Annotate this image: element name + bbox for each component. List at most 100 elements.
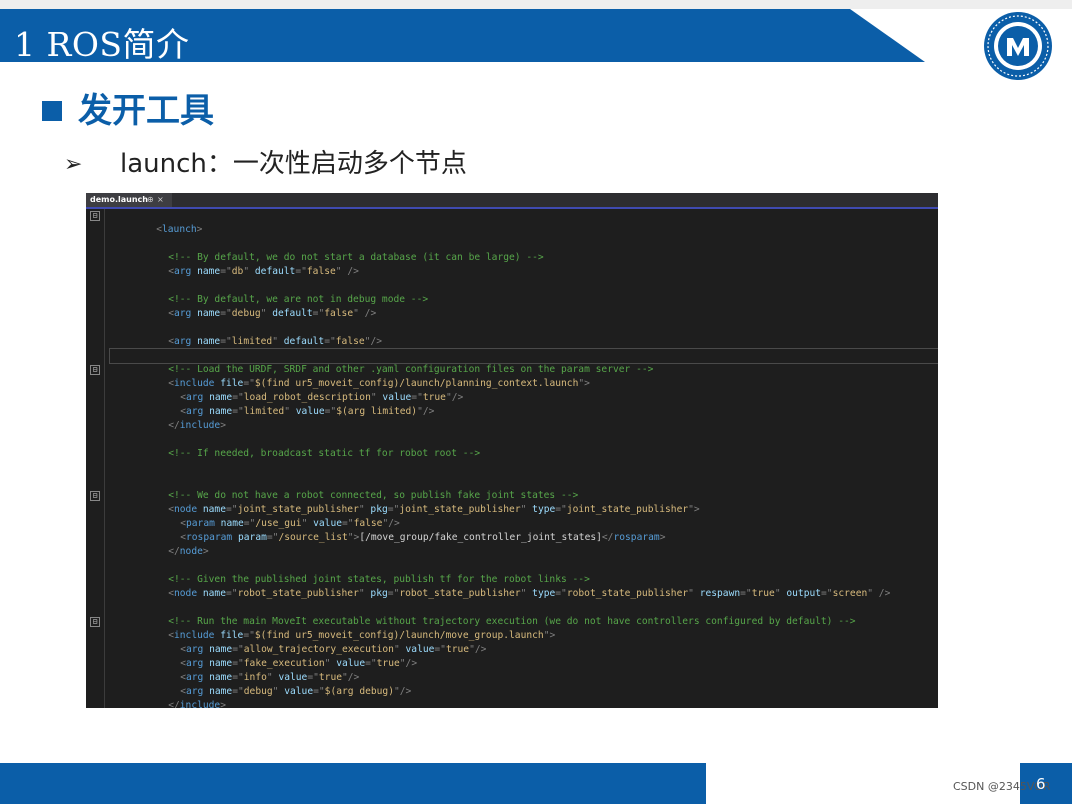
fold-collapse-icon[interactable]: ⊟: [90, 617, 100, 627]
code-token: arg: [174, 308, 192, 319]
code-token: arg: [174, 336, 192, 347]
code-token: include: [179, 420, 221, 431]
code-line: </node>: [122, 531, 938, 557]
code-token: default: [249, 266, 296, 277]
code-token: " />: [867, 588, 891, 599]
code-token: robot_state_publisher: [399, 588, 521, 599]
code-token: name: [191, 308, 221, 319]
section-title: 发开工具: [78, 91, 214, 131]
code-line: <!-- By default, we do not start a datab…: [122, 237, 938, 263]
code-token: >: [196, 224, 203, 235]
code-token: pkg: [364, 588, 388, 599]
code-token: =": [821, 588, 833, 599]
footer-bar: [0, 763, 706, 804]
pin-icon[interactable]: ⊕: [147, 193, 154, 207]
code-line: <arg name="debug" default="false" />: [122, 293, 938, 319]
code-line: <arg name="db" default="false" />: [122, 251, 938, 277]
section-bullet-icon: [42, 101, 62, 121]
code-line: <arg name="fake_execution" value="true"/…: [134, 643, 938, 669]
university-logo-icon: [984, 12, 1052, 80]
code-token: default: [278, 336, 325, 347]
code-token: false: [335, 336, 365, 347]
code-token: =": [226, 588, 238, 599]
code-line: <node name="robot_state_publisher" pkg="…: [122, 573, 938, 599]
code-token: launch: [162, 224, 197, 235]
code-token: =": [387, 588, 400, 599]
code-token: false: [324, 308, 354, 319]
title-bar: 1 ROS简介: [0, 9, 925, 62]
code-token: "/>: [364, 336, 382, 347]
code-line: <arg name="limited" value="$(arg limited…: [134, 391, 938, 417]
code-token: node: [179, 546, 203, 557]
page-number: 6: [1036, 775, 1046, 793]
code-line: ⊟ <node name="joint_state_publisher" pkg=…: [90, 489, 938, 515]
code-line: <arg name="load_robot_description" value…: [134, 377, 938, 403]
code-token: </: [168, 700, 180, 708]
code-line: </include>: [122, 405, 938, 431]
editor-tabbar: demo.launch ⊕ ×: [86, 193, 938, 209]
code-token: default: [266, 308, 313, 319]
code-token: =": [295, 266, 307, 277]
code-token: =": [324, 336, 336, 347]
tab-demo-launch[interactable]: demo.launch ⊕ ×: [86, 193, 172, 207]
fold-collapse-icon[interactable]: ⊟: [90, 365, 100, 375]
code-token: =": [220, 308, 232, 319]
code-line: ⊟ <launch>: [90, 209, 938, 235]
code-token: output: [780, 588, 822, 599]
code-token: robot_state_publisher: [237, 588, 359, 599]
slide: 1 ROS简介 发开工具 ➢ launch：一次性启动多个节点 demo.lau…: [0, 0, 1072, 804]
code-token: node: [174, 588, 198, 599]
code-token: db: [231, 266, 244, 277]
code-token: robot_state_publisher: [566, 588, 689, 599]
gutter-divider: [104, 209, 105, 708]
fold-collapse-icon[interactable]: ⊟: [90, 211, 100, 221]
code-token: limited: [231, 336, 273, 347]
top-frame: [0, 0, 1072, 9]
code-token: >: [220, 420, 226, 431]
code-token: debug: [231, 308, 261, 319]
close-icon[interactable]: ×: [157, 193, 164, 207]
code-token: </: [168, 420, 180, 431]
code-line: <param name="/use_gui" value="false"/>: [134, 503, 938, 529]
code-comment: <!-- If needed, broadcast static tf for …: [168, 448, 481, 459]
code-token: >: [202, 546, 209, 557]
arrow-bullet-icon: ➢: [64, 152, 83, 177]
code-token: screen: [832, 588, 868, 599]
code-editor: demo.launch ⊕ × ⊟ <launch> <!-- By defaul…: [86, 193, 938, 708]
code-token: name: [197, 588, 226, 599]
code-line: <arg name="limited" default="false"/>: [122, 321, 938, 347]
code-area[interactable]: ⊟ <launch> <!-- By default, we do not sta…: [90, 209, 938, 708]
code-line: <rosparam param="/source_list">[/move_gr…: [134, 517, 938, 543]
code-token: true: [751, 588, 775, 599]
code-token: name: [191, 336, 221, 347]
code-token: name: [191, 266, 221, 277]
code-line: ⊟ <include file="$(find ur5_moveit_config…: [90, 363, 938, 389]
code-token: " />: [353, 308, 377, 319]
code-line-current: <!-- Load the URDF, SRDF and other .yaml…: [109, 348, 938, 375]
code-line: ⊟ <include file="$(find ur5_moveit_config…: [90, 615, 938, 641]
code-line: <!-- By default, we are not in debug mod…: [122, 279, 938, 305]
code-token: >: [220, 700, 226, 708]
bullet-text: launch：一次性启动多个节点: [120, 149, 467, 179]
tab-label: demo.launch: [90, 195, 148, 204]
code-token: </: [168, 546, 180, 557]
code-line: <!-- We do not have a robot connected, s…: [122, 475, 938, 501]
code-token: " />: [335, 266, 359, 277]
code-token: =": [220, 336, 232, 347]
code-line: <arg name="allow_trajectory_execution" v…: [134, 629, 938, 655]
code-token: =": [555, 588, 567, 599]
code-token: arg: [174, 266, 192, 277]
code-line: <arg name="info" value="true"/>: [134, 657, 938, 683]
fold-collapse-icon[interactable]: ⊟: [90, 491, 100, 501]
code-line: <!-- Given the published joint states, p…: [122, 559, 938, 585]
code-token: =": [220, 266, 232, 277]
code-token: =": [740, 588, 752, 599]
code-token: =": [312, 308, 325, 319]
code-line: </include>: [122, 685, 938, 708]
code-line: <!-- If needed, broadcast static tf for …: [122, 433, 938, 459]
code-token: type: [526, 588, 556, 599]
code-token: include: [179, 700, 221, 708]
code-line: <!-- Run the main MoveIt executable with…: [122, 601, 938, 627]
code-token: false: [306, 266, 336, 277]
code-token: respawn: [693, 588, 741, 599]
